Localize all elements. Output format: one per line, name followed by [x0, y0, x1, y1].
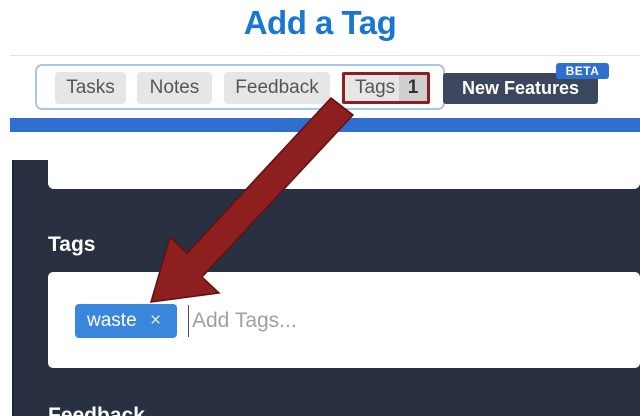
tab-tags[interactable]: Tags 1 [342, 72, 430, 104]
header-top-line [10, 55, 640, 56]
header-accent-bar [10, 118, 640, 132]
tags-section-label: Tags [48, 233, 96, 256]
page-title: Add a Tag [243, 4, 397, 41]
remove-tag-icon[interactable]: × [150, 304, 161, 338]
tag-chip-label: waste [87, 310, 137, 331]
tab-notes[interactable]: Notes [137, 72, 212, 104]
tab-tasks[interactable]: Tasks [55, 72, 126, 104]
text-caret [188, 305, 189, 337]
feedback-section-label: Feedback [48, 404, 145, 416]
tags-count-badge: 1 [399, 75, 427, 101]
tab-feedback[interactable]: Feedback [224, 72, 330, 104]
panel-edge [12, 160, 14, 416]
tab-tags-label: Tags [355, 77, 396, 98]
previous-card [48, 160, 640, 189]
tag-chip-waste[interactable]: waste × [75, 304, 177, 338]
beta-badge: BETA [556, 63, 609, 79]
add-tags-input[interactable] [192, 304, 492, 338]
